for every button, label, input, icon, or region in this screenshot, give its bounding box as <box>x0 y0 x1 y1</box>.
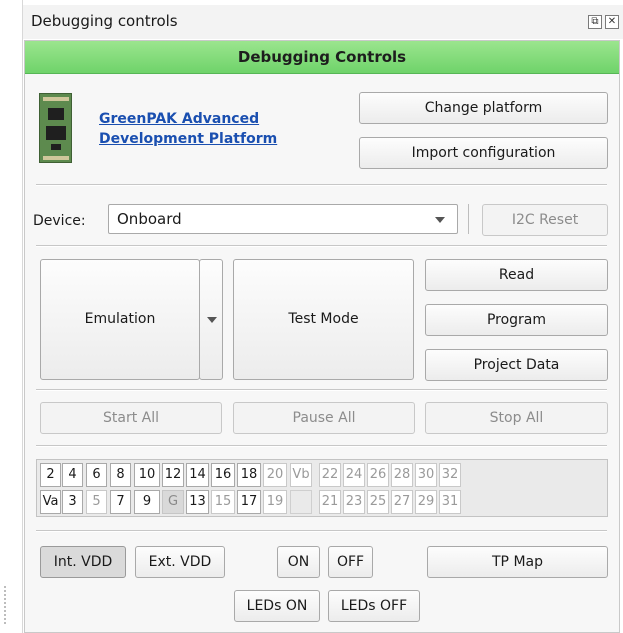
divider <box>36 530 607 532</box>
platform-link[interactable]: GreenPAK Advanced Development Platform <box>99 109 299 149</box>
divider <box>36 184 607 186</box>
chevron-down-icon <box>207 317 217 323</box>
import-configuration-button[interactable]: Import configuration <box>359 137 608 169</box>
dock-edge <box>22 0 23 633</box>
pin-button[interactable]: 17 <box>237 490 261 514</box>
window-title: Debugging controls <box>31 12 178 30</box>
leds-on-button[interactable]: LEDs ON <box>234 590 320 622</box>
pin-button[interactable]: 26 <box>367 463 389 487</box>
stop-all-button[interactable]: Stop All <box>425 402 608 434</box>
pin-button[interactable]: 2 <box>40 463 61 487</box>
emulation-dropdown[interactable] <box>199 259 223 380</box>
pin-button[interactable]: 25 <box>367 490 389 514</box>
chevron-down-icon <box>435 217 445 223</box>
resize-grip[interactable] <box>4 586 6 626</box>
float-icon[interactable]: ⧉ <box>588 15 602 29</box>
window-titlebar: Debugging controls ⧉ ✕ <box>23 5 623 39</box>
pin-grid: 2 4 6 8 10 12 14 16 18 20 Vb 22 24 26 28… <box>36 459 608 517</box>
read-button[interactable]: Read <box>425 259 608 291</box>
pin-button[interactable]: 23 <box>343 490 365 514</box>
pin-button[interactable]: 10 <box>134 463 160 487</box>
program-button[interactable]: Program <box>425 304 608 336</box>
close-icon[interactable]: ✕ <box>605 15 619 29</box>
pause-all-button[interactable]: Pause All <box>233 402 415 434</box>
divider <box>36 445 607 447</box>
project-data-button[interactable]: Project Data <box>425 349 608 381</box>
change-platform-button[interactable]: Change platform <box>359 92 608 124</box>
pin-button[interactable]: 4 <box>62 463 83 487</box>
leds-off-button[interactable]: LEDs OFF <box>328 590 420 622</box>
debugging-controls-window: Debugging controls ⧉ ✕ Debugging Control… <box>0 0 623 633</box>
off-button[interactable]: OFF <box>328 546 373 578</box>
pin-button[interactable]: Va <box>40 490 61 514</box>
tp-map-button[interactable]: TP Map <box>427 546 608 578</box>
pin-button[interactable]: 15 <box>211 490 235 514</box>
on-button[interactable]: ON <box>277 546 320 578</box>
device-select[interactable]: Onboard <box>108 204 458 234</box>
pin-button[interactable] <box>290 490 312 514</box>
device-label: Device: <box>33 213 86 229</box>
ext-vdd-button[interactable]: Ext. VDD <box>135 546 225 578</box>
pin-button[interactable]: G <box>162 490 184 514</box>
pin-button[interactable]: 7 <box>110 490 131 514</box>
pin-button[interactable]: 16 <box>211 463 235 487</box>
int-vdd-button[interactable]: Int. VDD <box>40 546 126 578</box>
pin-button[interactable]: 12 <box>162 463 184 487</box>
panel-header: Debugging Controls <box>25 41 619 74</box>
start-all-button[interactable]: Start All <box>40 402 222 434</box>
divider <box>36 245 607 247</box>
pin-button[interactable]: 20 <box>263 463 287 487</box>
pin-button[interactable]: 29 <box>415 490 437 514</box>
pin-button[interactable]: 28 <box>391 463 413 487</box>
board-image <box>39 93 72 163</box>
pin-button[interactable]: 32 <box>439 463 461 487</box>
i2c-reset-button[interactable]: I2C Reset <box>482 204 608 236</box>
pin-button[interactable]: 21 <box>319 490 341 514</box>
pin-button[interactable]: 3 <box>62 490 83 514</box>
pin-button[interactable]: 27 <box>391 490 413 514</box>
pin-button[interactable]: 24 <box>343 463 365 487</box>
pin-button[interactable]: Vb <box>290 463 312 487</box>
pin-button[interactable]: 5 <box>86 490 107 514</box>
pin-button[interactable]: 9 <box>134 490 160 514</box>
pin-button[interactable]: 18 <box>237 463 261 487</box>
pin-button[interactable]: 30 <box>415 463 437 487</box>
pin-button[interactable]: 31 <box>439 490 461 514</box>
debugging-panel: Debugging Controls GreenPAK Advanced Dev… <box>24 40 620 633</box>
divider-vertical <box>468 204 469 234</box>
pin-button[interactable]: 22 <box>319 463 341 487</box>
test-mode-button[interactable]: Test Mode <box>233 259 414 380</box>
pin-button[interactable]: 13 <box>186 490 209 514</box>
pin-button[interactable]: 8 <box>110 463 131 487</box>
device-value: Onboard <box>117 210 182 228</box>
divider <box>36 389 607 391</box>
pin-button[interactable]: 6 <box>86 463 107 487</box>
pin-button[interactable]: 14 <box>186 463 209 487</box>
pin-button[interactable]: 19 <box>263 490 287 514</box>
emulation-button[interactable]: Emulation <box>40 259 200 380</box>
